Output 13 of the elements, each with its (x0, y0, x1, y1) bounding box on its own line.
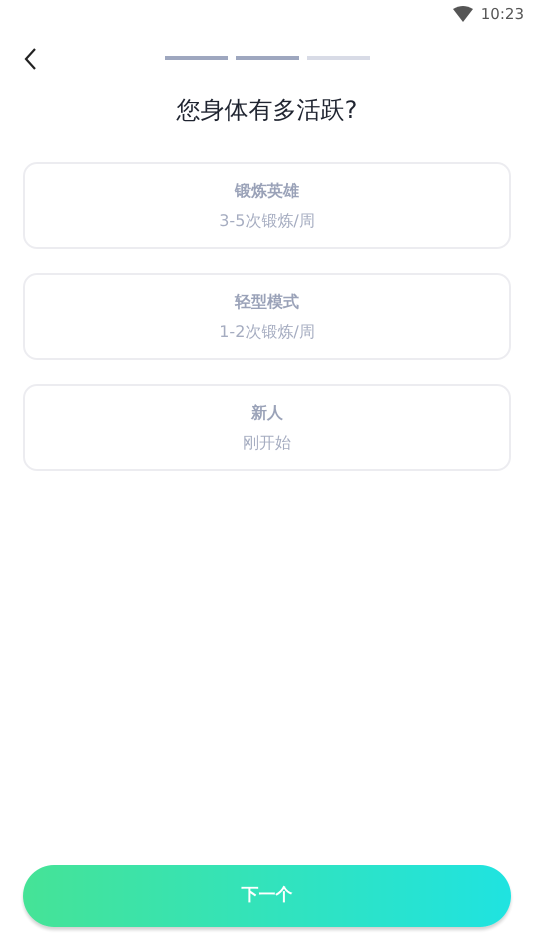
option-detail: 3-5次锻炼/周 (219, 210, 315, 232)
next-button[interactable]: 下一个 (23, 865, 511, 927)
option-card[interactable]: 锻炼英雄 3-5次锻炼/周 (23, 162, 511, 249)
question-title: 您身体有多活跃? (176, 95, 358, 126)
option-title: 新人 (251, 402, 283, 424)
option-detail: 刚开始 (243, 432, 291, 454)
wifi-icon (452, 6, 473, 22)
status-time: 10:23 (480, 4, 524, 25)
option-card[interactable]: 轻型模式 1-2次锻炼/周 (23, 273, 511, 360)
option-title: 锻炼英雄 (235, 180, 299, 202)
option-card[interactable]: 新人 刚开始 (23, 384, 511, 471)
option-title: 轻型模式 (235, 290, 299, 312)
option-detail: 1-2次锻炼/周 (219, 320, 315, 342)
